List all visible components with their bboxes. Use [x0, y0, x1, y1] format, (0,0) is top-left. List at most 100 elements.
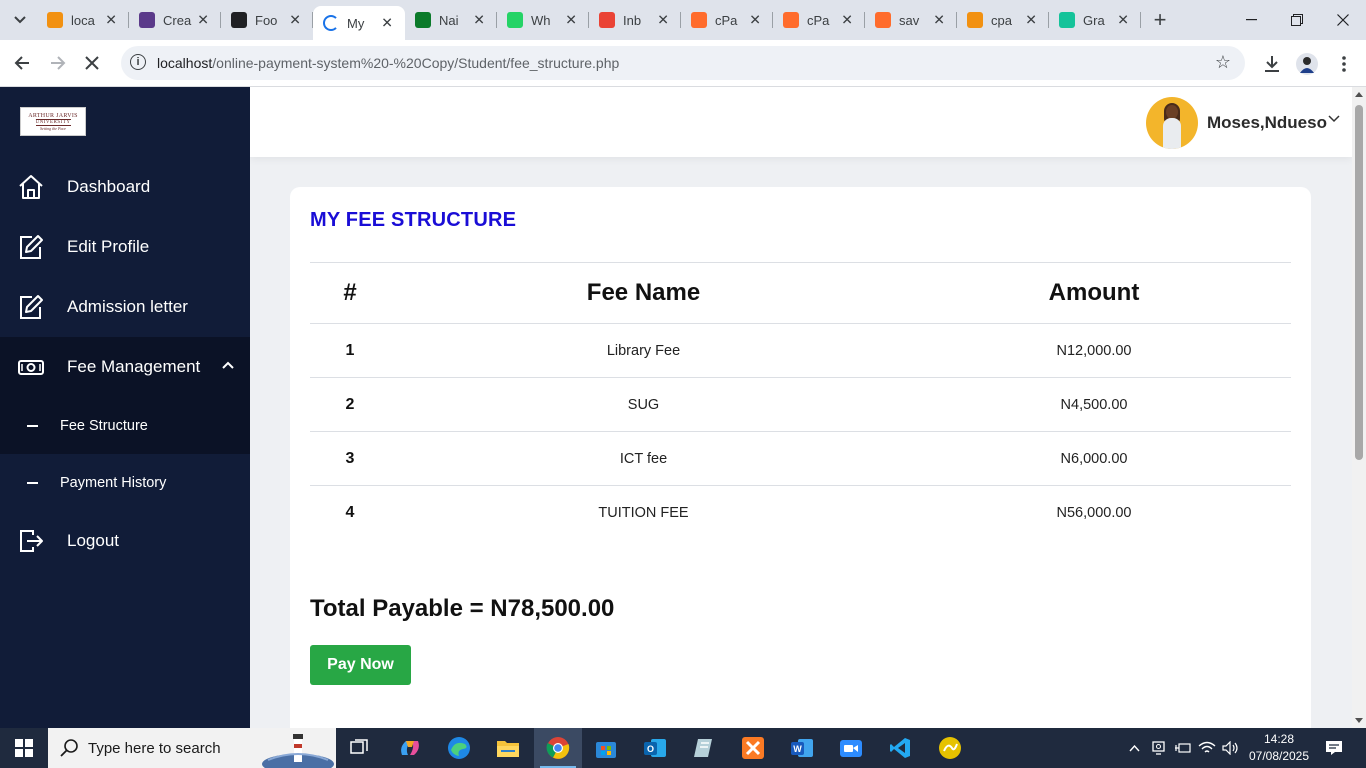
minimize-icon: [1245, 19, 1257, 21]
close-tab-icon[interactable]: ✕: [841, 12, 853, 29]
browser-tab[interactable]: Foo ✕: [221, 0, 313, 40]
taskbar-app-yellow[interactable]: [926, 728, 974, 768]
loading-icon: [323, 15, 339, 31]
site-info-icon[interactable]: i: [130, 54, 146, 70]
browser-tab[interactable]: Inb ✕: [589, 0, 681, 40]
sidebar-subitem-fee-structure[interactable]: Fee Structure: [0, 397, 250, 454]
taskbar-clock[interactable]: 14:28 07/08/2025: [1248, 731, 1310, 765]
browser-tab[interactable]: cPa ✕: [681, 0, 773, 40]
minimize-button[interactable]: [1228, 0, 1274, 40]
sidebar-item-dashboard[interactable]: Dashboard: [0, 157, 250, 217]
close-tab-icon[interactable]: ✕: [197, 12, 209, 29]
pay-now-button[interactable]: Pay Now: [310, 645, 411, 685]
downloads-button[interactable]: [1260, 52, 1284, 76]
forward-button[interactable]: [45, 50, 71, 76]
chevron-down-icon[interactable]: [1328, 115, 1340, 123]
profile-button[interactable]: [1295, 52, 1319, 76]
user-avatar[interactable]: [1146, 97, 1198, 149]
sidebar: ARTHUR JARVIS UNIVERSITY Setting the Pac…: [0, 87, 250, 728]
app-yellow-icon: [939, 737, 961, 759]
bookmark-star-icon[interactable]: ☆: [1215, 52, 1231, 73]
browser-tab[interactable]: Gra ✕: [1049, 0, 1141, 40]
scroll-up-arrow-icon[interactable]: [1355, 92, 1363, 97]
scroll-down-arrow-icon[interactable]: [1355, 718, 1363, 723]
arrow-right-icon: [51, 56, 66, 70]
sidebar-item-admission-letter[interactable]: Admission letter: [0, 277, 250, 337]
fee-amount: N12,000.00: [1056, 342, 1132, 359]
clock-date: 07/08/2025: [1248, 749, 1310, 763]
taskbar-file-explorer[interactable]: [484, 728, 532, 768]
browser-tab[interactable]: sav ✕: [865, 0, 957, 40]
university-logo[interactable]: ARTHUR JARVIS UNIVERSITY Setting the Pac…: [20, 107, 86, 136]
restore-icon: [1291, 14, 1303, 26]
stop-loading-button[interactable]: [79, 50, 105, 76]
tray-show-hidden-button[interactable]: [1124, 728, 1144, 768]
tray-meet-now[interactable]: [1148, 728, 1170, 768]
close-tab-icon[interactable]: ✕: [381, 15, 393, 32]
dash-icon: [27, 481, 38, 484]
taskbar-search-box[interactable]: Type here to search: [48, 728, 336, 768]
scrollbar-thumb[interactable]: [1355, 105, 1363, 460]
taskbar-xampp[interactable]: [729, 728, 777, 768]
browser-tab-title: Nai: [439, 12, 459, 28]
taskbar-copilot[interactable]: [386, 728, 434, 768]
close-tab-icon[interactable]: ✕: [933, 12, 945, 29]
sidebar-item-edit-profile[interactable]: Edit Profile: [0, 217, 250, 277]
sidebar-item-fee-management[interactable]: Fee Management: [0, 337, 250, 397]
tray-wifi[interactable]: [1196, 728, 1218, 768]
browser-tab[interactable]: cpa ✕: [957, 0, 1049, 40]
browser-tab[interactable]: Crea ✕: [129, 0, 221, 40]
sidebar-item-label: Edit Profile: [67, 237, 150, 256]
address-bar[interactable]: i localhost/online-payment-system%20-%20…: [121, 46, 1245, 80]
restore-button[interactable]: [1274, 0, 1320, 40]
close-tab-icon[interactable]: ✕: [289, 12, 301, 29]
edge-icon: [448, 737, 470, 759]
close-window-button[interactable]: [1320, 0, 1366, 40]
browser-tab[interactable]: Nai ✕: [405, 0, 497, 40]
close-tab-icon[interactable]: ✕: [473, 12, 485, 29]
close-tab-icon[interactable]: ✕: [749, 12, 761, 29]
taskbar-notes[interactable]: [680, 728, 728, 768]
task-view-button[interactable]: [336, 728, 384, 768]
lighthouse-highlight-icon: [258, 730, 336, 768]
user-name[interactable]: Moses,Ndueso: [1207, 113, 1327, 133]
close-tab-icon[interactable]: ✕: [657, 12, 669, 29]
taskbar-word[interactable]: W: [778, 728, 826, 768]
browser-tab[interactable]: loca ✕: [37, 0, 129, 40]
row-number: 4: [345, 503, 355, 521]
notification-center-button[interactable]: [1320, 728, 1348, 768]
browser-menu-button[interactable]: [1332, 52, 1356, 76]
taskbar-chrome[interactable]: [534, 728, 582, 768]
close-tab-icon[interactable]: ✕: [565, 12, 577, 29]
browser-tab[interactable]: My ✕: [313, 6, 405, 40]
search-placeholder: Type here to search: [88, 740, 221, 757]
tray-volume[interactable]: [1220, 728, 1242, 768]
row-number: 1: [345, 341, 355, 359]
url-text[interactable]: localhost/online-payment-system%20-%20Co…: [157, 55, 619, 71]
row-number: 2: [345, 395, 355, 413]
sidebar-item-label: Fee Management: [67, 357, 201, 376]
close-tab-icon[interactable]: ✕: [105, 12, 117, 29]
taskbar-zoom[interactable]: [827, 728, 875, 768]
sidebar-item-logout[interactable]: Logout: [0, 511, 250, 571]
browser-tab[interactable]: Wh ✕: [497, 0, 589, 40]
start-button[interactable]: [0, 728, 48, 768]
sidebar-subitem-payment-history[interactable]: Payment History: [0, 454, 250, 511]
store-icon: [596, 742, 616, 758]
tray-battery[interactable]: [1172, 728, 1194, 768]
browser-tab[interactable]: cPa ✕: [773, 0, 865, 40]
fee-structure-card: MY FEE STRUCTURE # Fee Name Amount 1 Lib…: [290, 187, 1311, 728]
close-tab-icon[interactable]: ✕: [1117, 12, 1129, 29]
nairaland-icon: [415, 12, 431, 28]
taskbar-edge[interactable]: [435, 728, 483, 768]
total-payable: Total Payable = N78,500.00: [310, 595, 615, 622]
taskbar-vscode[interactable]: [876, 728, 924, 768]
tab-search-button[interactable]: [8, 8, 32, 32]
back-button[interactable]: [9, 50, 35, 76]
page-scrollbar[interactable]: [1352, 87, 1366, 728]
fee-name: Library Fee: [606, 342, 681, 359]
taskbar-outlook[interactable]: O: [631, 728, 679, 768]
new-tab-button[interactable]: +: [1148, 7, 1172, 32]
close-tab-icon[interactable]: ✕: [1025, 12, 1037, 29]
taskbar-store[interactable]: [582, 728, 630, 768]
